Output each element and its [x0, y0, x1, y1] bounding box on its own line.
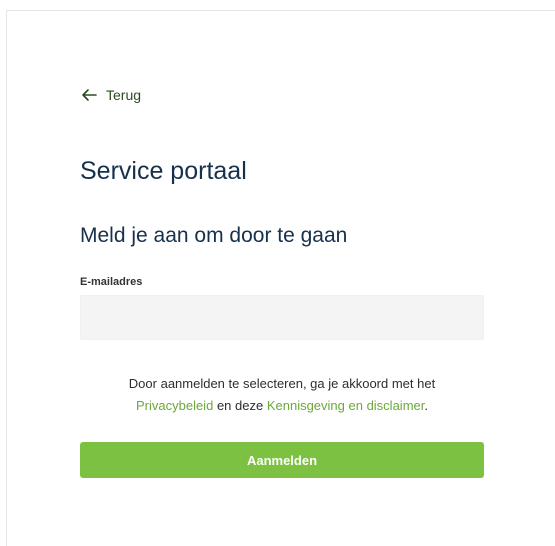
terms-middle: en deze: [216, 398, 264, 413]
terms-text: Door aanmelden te selecteren, ga je akko…: [60, 373, 504, 417]
disclaimer-link[interactable]: Kennisgeving en disclaimer: [267, 398, 425, 413]
page-title: Service portaal: [80, 157, 247, 185]
page-subtitle: Meld je aan om door te gaan: [80, 224, 348, 247]
privacy-policy-link[interactable]: Privacybeleid: [136, 398, 213, 413]
sign-in-button[interactable]: Aanmelden: [80, 442, 484, 478]
terms-suffix: .: [424, 398, 428, 413]
arrow-left-icon: [80, 88, 98, 102]
back-link-label: Terug: [106, 87, 142, 103]
email-label: E-mailadres: [80, 276, 143, 288]
email-field[interactable]: [80, 295, 484, 340]
terms-prefix: Door aanmelden te selecteren, ga je akko…: [128, 376, 436, 391]
back-link[interactable]: Terug: [80, 87, 141, 103]
